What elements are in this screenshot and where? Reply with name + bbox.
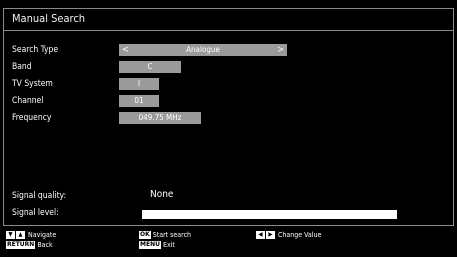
- navigate-text: Navigate: [28, 231, 57, 239]
- exit-hint: MENU Exit: [139, 241, 175, 250]
- start-search-text: Start search: [152, 231, 192, 239]
- signal-quality-value: None: [150, 189, 174, 200]
- start-search-hint: OK Start search: [139, 231, 191, 240]
- ok-key-icon: OK: [139, 231, 151, 239]
- channel-value[interactable]: 01: [119, 95, 159, 107]
- back-hint: RETURN Back: [6, 241, 53, 250]
- title-bar: Manual Search: [4, 9, 453, 31]
- search-type-selector[interactable]: < Analogue >: [119, 44, 287, 56]
- chevron-right-icon[interactable]: >: [277, 44, 284, 56]
- search-type-label: Search Type: [12, 45, 59, 55]
- tv-system-value[interactable]: I: [119, 78, 159, 90]
- arrow-up-icon: ▲: [16, 231, 25, 239]
- manual-search-panel: Manual Search Search Type < Analogue > B…: [3, 8, 454, 226]
- band-row[interactable]: Band C: [4, 60, 453, 74]
- frequency-row[interactable]: Frequency 049.75 MHz: [4, 111, 453, 125]
- signal-level-bar: [142, 210, 397, 219]
- back-text: Back: [37, 241, 53, 249]
- arrow-right-icon: ▶: [266, 231, 275, 239]
- footer-hints: ▼ ▲ Navigate RETURN Back OK Start search …: [0, 228, 457, 257]
- arrow-down-icon: ▼: [6, 231, 15, 239]
- exit-text: Exit: [162, 241, 175, 249]
- frequency-value[interactable]: 049.75 MHz: [119, 112, 201, 124]
- band-value[interactable]: C: [119, 61, 181, 73]
- band-label: Band: [12, 62, 32, 72]
- tv-system-label: TV System: [12, 79, 53, 89]
- change-value-text: Change Value: [278, 231, 322, 239]
- channel-row[interactable]: Channel 01: [4, 94, 453, 108]
- page-title: Manual Search: [12, 12, 86, 25]
- signal-quality-label: Signal quality:: [12, 191, 67, 201]
- signal-level-label: Signal level:: [12, 208, 59, 218]
- chevron-left-icon[interactable]: <: [122, 44, 129, 56]
- frequency-label: Frequency: [12, 113, 52, 123]
- menu-key-icon: MENU: [139, 241, 161, 249]
- return-key-icon: RETURN: [6, 241, 36, 249]
- search-type-value: Analogue: [186, 45, 220, 54]
- change-value-hint: ◀ ▶ Change Value: [256, 231, 321, 240]
- channel-label: Channel: [12, 96, 44, 106]
- arrow-left-icon: ◀: [256, 231, 265, 239]
- navigate-hint: ▼ ▲ Navigate: [6, 231, 56, 240]
- tv-system-row[interactable]: TV System I: [4, 77, 453, 91]
- search-type-row[interactable]: Search Type < Analogue >: [4, 43, 453, 57]
